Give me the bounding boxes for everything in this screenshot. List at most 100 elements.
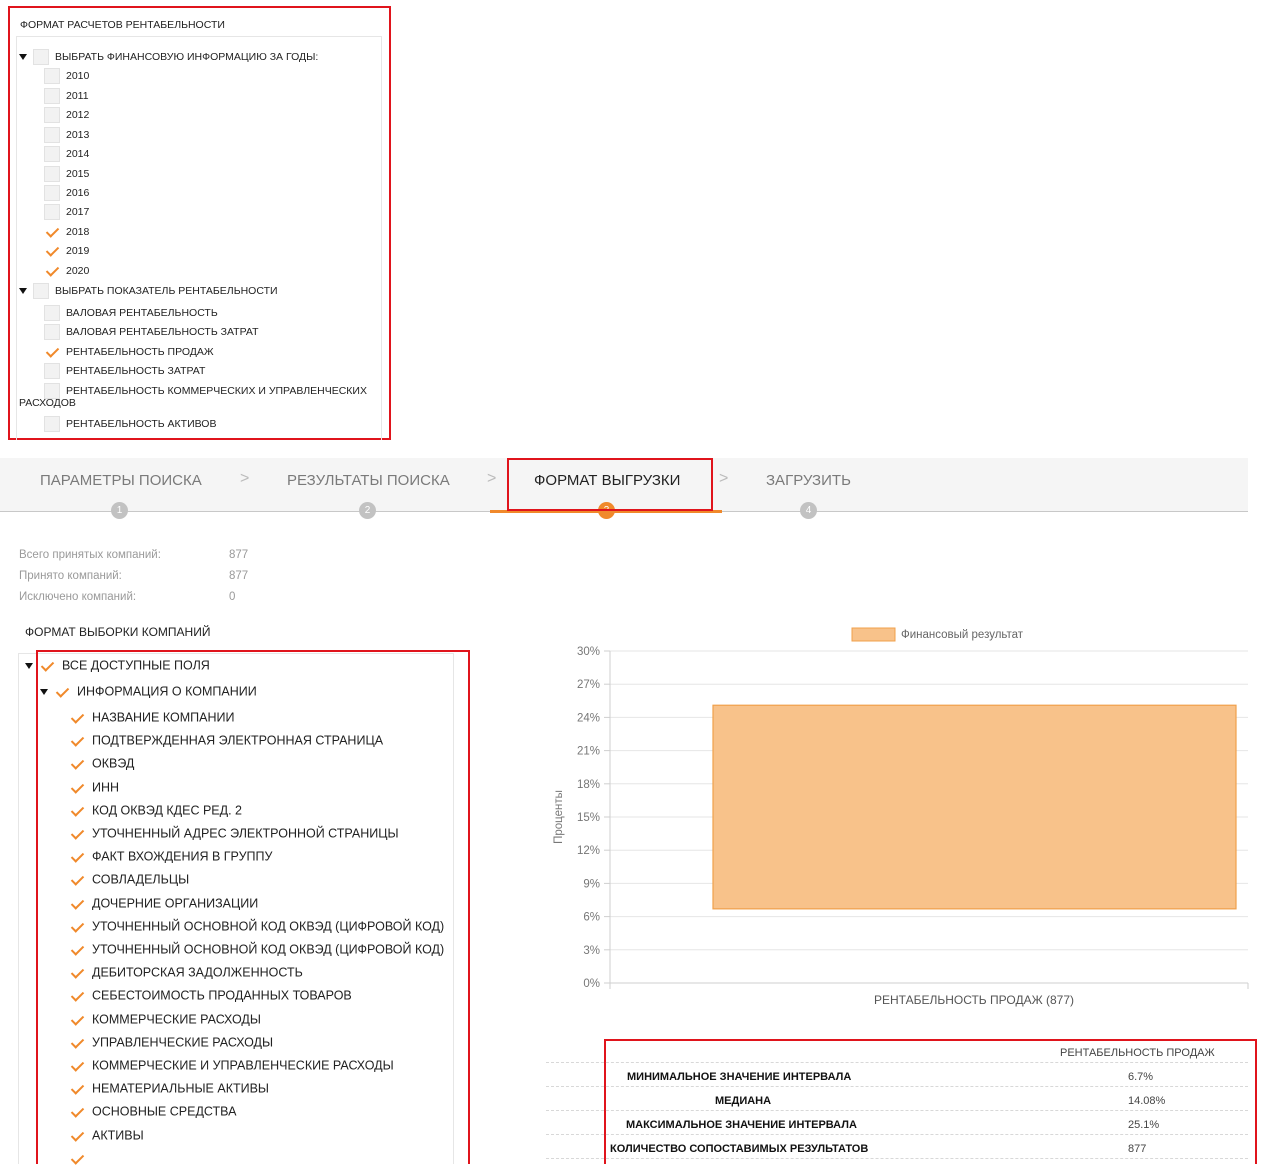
all-fields-checkbox[interactable] [39, 658, 55, 674]
year-checkbox[interactable] [44, 127, 60, 143]
field-checkbox[interactable] [69, 710, 85, 726]
field-item[interactable]: НЕМАТЕРИАЛЬНЫЕ АКТИВЫ [69, 1081, 269, 1098]
year-item[interactable]: 2011 [44, 88, 89, 104]
year-checkbox[interactable] [44, 243, 60, 259]
year-item[interactable]: 2018 [44, 224, 89, 240]
field-checkbox[interactable] [69, 895, 85, 912]
caret-down-icon[interactable] [19, 288, 27, 294]
y-tick-label: 12% [577, 845, 600, 857]
indicator-checkbox[interactable] [44, 363, 60, 379]
field-item[interactable]: ИНН [69, 779, 119, 796]
indicator-checkbox[interactable] [44, 305, 60, 321]
field-checkbox[interactable] [69, 1081, 85, 1098]
field-item[interactable]: ПОДТВЕРЖДЕННАЯ ЭЛЕКТРОННАЯ СТРАНИЦА [69, 733, 383, 750]
field-label: СОВЛАДЕЛЬЦЫ [92, 872, 190, 887]
year-checkbox[interactable] [44, 88, 60, 104]
year-checkbox[interactable] [44, 68, 60, 84]
field-checkbox[interactable] [69, 1058, 85, 1074]
field-checkbox[interactable] [69, 1104, 85, 1121]
field-item[interactable]: КОММЕРЧЕСКИЕ РАСХОДЫ [69, 1011, 261, 1028]
indicator-checkbox[interactable] [44, 324, 60, 340]
field-checkbox[interactable] [69, 779, 85, 796]
year-item[interactable]: 2017 [44, 204, 89, 220]
step-download[interactable]: ЗАГРУЗИТЬ [766, 472, 851, 489]
field-checkbox[interactable] [69, 802, 85, 819]
field-checkbox[interactable] [69, 849, 85, 866]
indicator-item[interactable]: РЕНТАБЕЛЬНОСТЬ КОММЕРЧЕСКИХ И УПРАВЛЕНЧЕ… [44, 383, 367, 399]
year-checkbox[interactable] [44, 204, 60, 220]
field-checkbox[interactable] [69, 756, 85, 773]
field-checkbox[interactable] [69, 965, 85, 982]
year-item[interactable]: 2013 [44, 127, 89, 143]
indicator-group-checkbox[interactable] [33, 283, 49, 299]
year-item[interactable]: 2015 [44, 166, 89, 182]
year-item[interactable]: 2010 [44, 68, 89, 84]
caret-down-icon[interactable] [25, 663, 33, 669]
field-checkbox[interactable] [69, 1034, 85, 1051]
y-tick-label: 18% [577, 779, 600, 791]
field-checkbox[interactable] [69, 942, 85, 958]
year-item[interactable]: 2016 [44, 185, 89, 201]
year-checkbox[interactable] [44, 185, 60, 201]
field-item[interactable]: ФАКТ ВХОЖДЕНИЯ В ГРУППУ [69, 849, 272, 866]
field-item[interactable]: КОММЕРЧЕСКИЕ И УПРАВЛЕНЧЕСКИЕ РАСХОДЫ [69, 1058, 394, 1074]
indicator-checkbox[interactable] [44, 344, 60, 360]
results-column-header: РЕНТАБЕЛЬНОСТЬ ПРОДАЖ [1060, 1047, 1215, 1059]
year-item[interactable]: 2020 [44, 263, 89, 279]
field-item[interactable]: АКТИВЫ [69, 1127, 144, 1144]
field-label: КОД ОКВЭД КДЕС РЕД. 2 [92, 803, 242, 818]
field-item[interactable]: СОВЛАДЕЛЬЦЫ [69, 872, 190, 889]
indicator-item[interactable]: ВАЛОВАЯ РЕНТАБЕЛЬНОСТЬ [44, 305, 218, 321]
field-item[interactable]: УТОЧНЕННЫЙ АДРЕС ЭЛЕКТРОННОЙ СТРАНИЦЫ [69, 826, 399, 842]
year-checkbox[interactable] [44, 224, 60, 240]
field-checkbox[interactable] [69, 988, 85, 1005]
caret-down-icon[interactable] [19, 54, 27, 60]
field-checkbox[interactable] [69, 872, 85, 889]
indicator-item[interactable]: ВАЛОВАЯ РЕНТАБЕЛЬНОСТЬ ЗАТРАТ [44, 324, 258, 340]
field-checkbox[interactable] [69, 918, 85, 935]
year-checkbox[interactable] [44, 263, 60, 279]
year-checkbox[interactable] [44, 107, 60, 123]
field-checkbox[interactable] [69, 733, 85, 750]
indicator-item[interactable]: РЕНТАБЕЛЬНОСТЬ ПРОДАЖ [44, 344, 214, 360]
indicator-item[interactable]: РЕНТАБЕЛЬНОСТЬ АКТИВОВ [44, 416, 216, 432]
years-group-label: ВЫБРАТЬ ФИНАНСОВУЮ ИНФОРМАЦИЮ ЗА ГОДЫ: [55, 50, 319, 63]
field-item[interactable]: УТОЧНЕННЫЙ ОСНОВНОЙ КОД ОКВЭД (ЦИФРОВОЙ … [69, 942, 444, 958]
profitability-format-panel: ФОРМАТ РАСЧЕТОВ РЕНТАБЕЛЬНОСТИ ВЫБРАТЬ Ф… [8, 6, 391, 440]
indicator-item[interactable]: РЕНТАБЕЛЬНОСТЬ ЗАТРАТ [44, 363, 205, 379]
field-label: ОСНОВНЫЕ СРЕДСТВА [92, 1104, 237, 1119]
year-label: 2020 [66, 264, 90, 277]
company-info-checkbox[interactable] [54, 684, 70, 700]
field-item[interactable]: НАЗВАНИЕ КОМПАНИИ [69, 710, 234, 726]
y-tick-label: 30% [577, 646, 600, 658]
field-item[interactable] [69, 1151, 92, 1167]
year-label: 2019 [66, 244, 90, 257]
field-item[interactable]: УПРАВЛЕНЧЕСКИЕ РАСХОДЫ [69, 1034, 273, 1051]
field-checkbox[interactable] [69, 1151, 85, 1167]
year-item[interactable]: 2019 [44, 243, 89, 259]
active-step-highlight [507, 458, 713, 511]
year-checkbox[interactable] [44, 166, 60, 182]
field-checkbox[interactable] [69, 826, 85, 842]
field-item[interactable]: СЕБЕСТОИМОСТЬ ПРОДАННЫХ ТОВАРОВ [69, 988, 352, 1005]
indicator-checkbox[interactable] [44, 416, 60, 432]
field-item[interactable]: ДЕБИТОРСКАЯ ЗАДОЛЖЕННОСТЬ [69, 965, 303, 982]
field-item[interactable]: ОКВЭД [69, 756, 134, 773]
result-label: МИНИМАЛЬНОЕ ЗНАЧЕНИЕ ИНТЕРВАЛА [627, 1071, 852, 1083]
result-label: КОЛИЧЕСТВО СОПОСТАВИМЫХ РЕЗУЛЬТАТОВ [610, 1143, 869, 1155]
field-item[interactable]: КОД ОКВЭД КДЕС РЕД. 2 [69, 802, 242, 819]
field-checkbox[interactable] [69, 1127, 85, 1144]
year-item[interactable]: 2012 [44, 107, 89, 123]
field-item[interactable]: ОСНОВНЫЕ СРЕДСТВА [69, 1104, 237, 1121]
year-checkbox[interactable] [44, 146, 60, 162]
years-group-checkbox[interactable] [33, 49, 49, 65]
field-label: ДОЧЕРНИЕ ОРГАНИЗАЦИИ [92, 895, 259, 910]
field-checkbox[interactable] [69, 1011, 85, 1028]
year-item[interactable]: 2014 [44, 146, 89, 162]
row-divider [546, 1062, 1248, 1063]
field-item[interactable]: ДОЧЕРНИЕ ОРГАНИЗАЦИИ [69, 895, 259, 912]
step-search-params[interactable]: ПАРАМЕТРЫ ПОИСКА [40, 472, 202, 489]
field-item[interactable]: УТОЧНЕННЫЙ ОСНОВНОЙ КОД ОКВЭД (ЦИФРОВОЙ … [69, 918, 444, 935]
caret-down-icon[interactable] [40, 689, 48, 695]
step-search-results[interactable]: РЕЗУЛЬТАТЫ ПОИСКА [287, 472, 450, 489]
